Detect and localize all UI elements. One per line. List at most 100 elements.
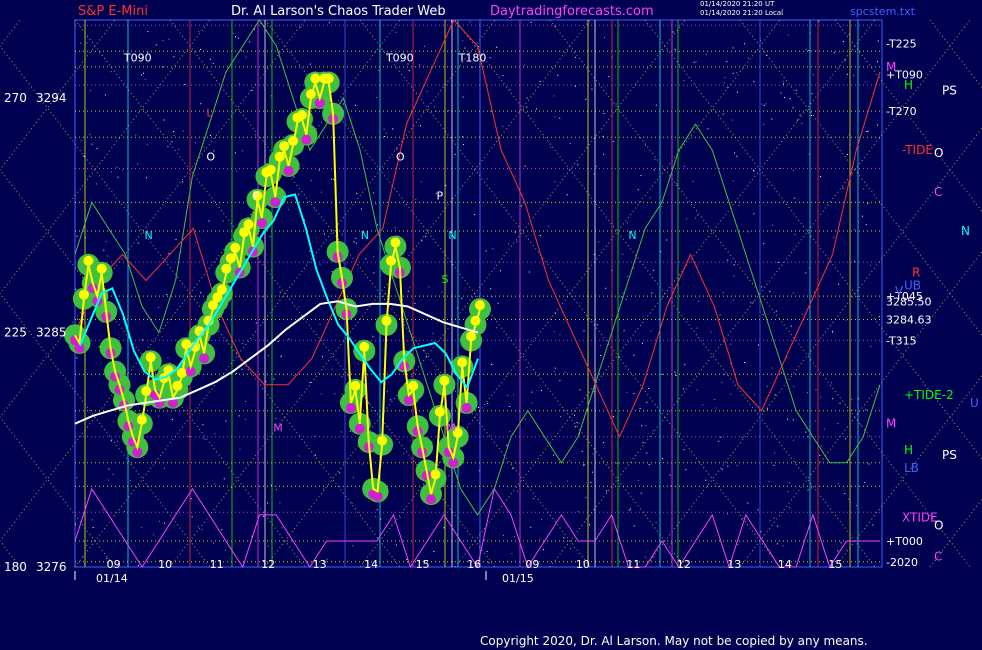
marker-n: N: [628, 229, 636, 242]
star-dot: [375, 203, 377, 205]
side-label: O: [934, 518, 943, 532]
star-dot: [640, 492, 642, 494]
star-dot: [747, 57, 749, 59]
star-dot: [373, 272, 375, 274]
star-dot: [761, 286, 763, 288]
star-dot: [373, 192, 375, 194]
price-bar-marker: [359, 341, 370, 352]
diagonal-line: [739, 19, 982, 336]
star-dot: [76, 357, 78, 359]
star-dot: [492, 248, 494, 250]
star-dot: [622, 253, 624, 255]
star-dot: [838, 283, 840, 285]
star-dot: [376, 97, 378, 98]
star-dot: [847, 154, 848, 155]
star-dot: [399, 516, 401, 518]
star-dot: [320, 393, 322, 395]
star-dot: [869, 265, 871, 266]
star-dot: [651, 292, 653, 294]
star-dot: [872, 524, 874, 526]
hour-label-day2: 12: [677, 558, 691, 571]
star-dot: [349, 430, 351, 432]
star-dot: [813, 74, 814, 76]
star-dot: [260, 461, 262, 463]
star-dot: [372, 336, 374, 338]
star-dot: [90, 90, 91, 91]
star-dot: [201, 528, 203, 530]
star-dot: [605, 287, 607, 289]
star-dot: [526, 106, 528, 108]
star-dot: [432, 332, 434, 334]
star-dot: [676, 183, 678, 185]
star-dot: [646, 452, 648, 454]
star-dot: [173, 134, 175, 136]
star-dot: [298, 306, 300, 308]
price-bar-marker: [270, 197, 281, 208]
star-dot: [570, 548, 571, 549]
star-dot: [769, 519, 771, 521]
hour-label-day2: 09: [525, 558, 539, 571]
star-dot: [157, 306, 159, 308]
star-dot: [418, 64, 420, 66]
star-dot: [844, 59, 846, 61]
side-label: M: [886, 417, 896, 431]
star-dot: [352, 477, 354, 478]
star-dot: [461, 39, 463, 41]
star-dot: [234, 152, 236, 154]
star-dot: [300, 26, 302, 28]
star-dot: [642, 442, 644, 444]
star-dot: [553, 454, 555, 456]
marker-t090: T090: [385, 52, 414, 65]
star-dot: [724, 77, 726, 79]
star-dot: [517, 490, 518, 492]
star-dot: [166, 294, 168, 296]
star-dot: [714, 399, 716, 400]
star-dot: [143, 72, 144, 74]
star-dot: [732, 72, 734, 74]
side-label: C: [934, 185, 942, 199]
star-dot: [851, 409, 853, 411]
star-dot: [531, 391, 533, 393]
star-dot: [173, 56, 175, 58]
star-dot: [733, 275, 735, 277]
star-dot: [213, 542, 214, 544]
star-dot: [340, 431, 342, 433]
side-label: PS: [942, 83, 957, 97]
diagonal-line: [929, 19, 982, 89]
star-dot: [242, 343, 244, 345]
hour-label-day1: 16: [467, 558, 481, 571]
star-dot: [642, 342, 643, 344]
star-dot: [777, 525, 779, 527]
star-dot: [509, 88, 511, 90]
star-dot: [832, 398, 834, 400]
star-dot: [235, 36, 236, 38]
hour-label-day1: 09: [107, 558, 121, 571]
date-label-day1: 01/14: [96, 572, 128, 585]
star-dot: [596, 165, 598, 167]
star-dot: [80, 140, 82, 142]
site-link[interactable]: Daytradingforecasts.com: [490, 4, 654, 19]
star-dot: [164, 467, 165, 469]
star-dot: [706, 54, 707, 56]
price-bar-marker: [475, 300, 485, 311]
star-dot: [249, 41, 251, 43]
star-dot: [225, 420, 227, 422]
star-dot: [612, 416, 614, 418]
star-dot: [267, 502, 269, 504]
star-dot: [732, 47, 734, 49]
star-dot: [644, 145, 646, 147]
star-dot: [840, 542, 842, 544]
star-dot: [641, 425, 643, 427]
star-dot: [103, 249, 105, 251]
star-dot: [162, 39, 164, 41]
star-dot: [666, 239, 668, 241]
star-dot: [593, 173, 595, 175]
star-dot: [793, 386, 795, 388]
star-dot: [772, 224, 774, 226]
star-dot: [718, 440, 720, 442]
star-dot: [376, 509, 378, 511]
star-dot: [865, 81, 867, 83]
star-dot: [748, 231, 750, 233]
star-dot: [780, 168, 782, 169]
star-dot: [469, 21, 471, 23]
